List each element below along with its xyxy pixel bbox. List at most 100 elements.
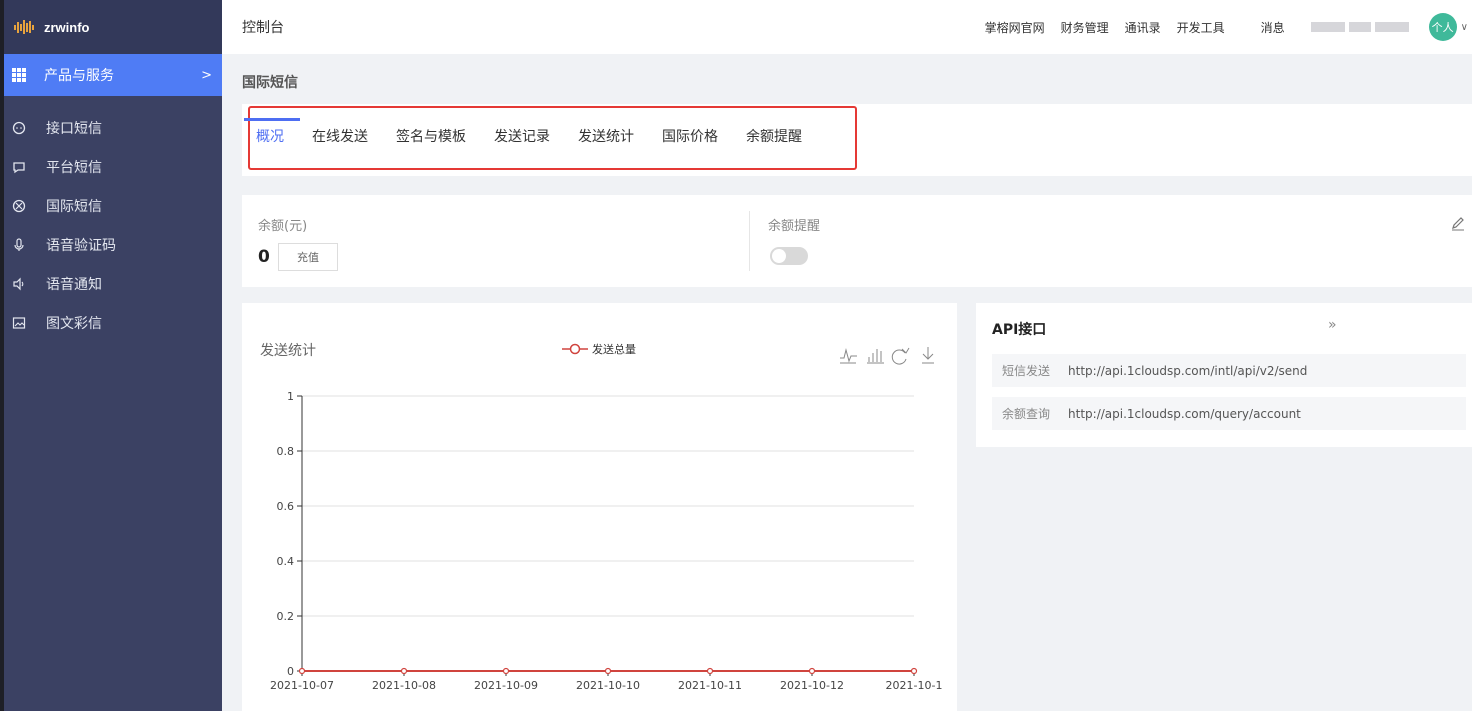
sidebar-item-international-sms[interactable]: 国际短信 — [4, 186, 222, 225]
line-chart: 发送统计 发送总量 00.20.40.60.81 2021-10-07 2021-… — [260, 342, 942, 692]
x-axis-ticks: 2021-10-07 2021-10-08 2021-10-09 2021-10-10… — [270, 671, 942, 692]
statistics-chart-card: 发送统计 发送总量 0 0.2 0.4 0.6 0.8 1 2021-10-07 2021-… — [242, 303, 957, 711]
tab-overview[interactable]: 概况 — [244, 104, 300, 168]
y-axis-ticks: 0 0.2 0.4 0.6 0.8 1 — [277, 390, 302, 678]
messages-link[interactable]: 消息 — [1261, 19, 1285, 36]
expand-icon[interactable]: » — [1328, 317, 1337, 333]
divider — [749, 211, 750, 271]
nav-link-finance[interactable]: 财务管理 — [1061, 19, 1109, 36]
sidebar-item-platform-sms[interactable]: 平台短信 — [4, 147, 222, 186]
avatar[interactable]: 个人 — [1428, 13, 1457, 41]
data-point — [910, 667, 918, 675]
speaker-icon — [13, 277, 24, 290]
data-point — [706, 667, 714, 675]
refresh-icon[interactable] — [891, 347, 910, 365]
data-point — [808, 667, 816, 675]
download-icon[interactable] — [922, 347, 934, 364]
chat-bubble-icon — [12, 121, 26, 134]
sidebar-item-label: 国际短信 — [46, 198, 102, 215]
page-title: 国际短信 — [242, 75, 298, 91]
y-tick-label: 0.8 — [277, 445, 295, 458]
sidebar-item-voice-notice[interactable]: 语音通知 — [4, 264, 222, 303]
chart-legend[interactable]: 发送总量 — [562, 342, 636, 356]
sidebar-menu: 接口短信 平台短信 国际短信 语音验证码 语音通知 图文彩信 — [4, 108, 222, 342]
logo[interactable]: zrwinfo — [4, 0, 222, 54]
sidebar: zrwinfo 产品与服务 > 接口短信 平台短信 国际短信 语音验证码 语音通… — [0, 0, 222, 711]
y-tick-label: 0.4 — [277, 555, 295, 568]
balance-value: 0 — [258, 247, 270, 267]
top-bar: 控制台 掌榕网官网 财务管理 通讯录 开发工具 消息 个人 ∨ — [222, 0, 1472, 54]
balance-label: 余额(元) — [258, 219, 308, 234]
tab-send-records[interactable]: 发送记录 — [494, 104, 550, 168]
sidebar-item-mms[interactable]: 图文彩信 — [4, 303, 222, 342]
legend-label: 发送总量 — [592, 342, 636, 356]
nav-link-official-site[interactable]: 掌榕网官网 — [985, 19, 1045, 36]
tab-online-send[interactable]: 在线发送 — [312, 104, 368, 168]
tab-international-price[interactable]: 国际价格 — [662, 104, 718, 168]
sidebar-item-label: 接口短信 — [46, 120, 102, 137]
tabs-card: 概况 在线发送 签名与模板 发送记录 发送统计 国际价格 余额提醒 — [242, 104, 1472, 176]
sidebar-item-label: 图文彩信 — [46, 315, 102, 332]
nav-link-dev-tools[interactable]: 开发工具 — [1177, 19, 1225, 36]
chevron-right-icon: > — [201, 67, 212, 83]
reminder-label: 余额提醒 — [768, 219, 821, 234]
api-row-key: 短信发送 — [1002, 364, 1051, 378]
message-square-icon — [13, 161, 25, 173]
redacted-username — [1310, 22, 1413, 32]
x-tick-label: 2021-10-11 — [678, 679, 742, 692]
api-row-url[interactable]: http://api.1cloudsp.com/intl/api/v2/send — [1068, 364, 1307, 378]
y-tick-label: 0.2 — [277, 610, 295, 623]
grid-icon — [12, 68, 26, 82]
api-row-url[interactable]: http://api.1cloudsp.com/query/account — [1068, 407, 1301, 421]
tab-send-statistics[interactable]: 发送统计 — [578, 104, 634, 168]
sidebar-item-label: 语音验证码 — [46, 237, 116, 254]
api-card: API接口 » 短信发送 http://api.1cloudsp.com/int… — [976, 303, 1472, 447]
top-nav: 掌榕网官网 财务管理 通讯录 开发工具 消息 个人 ∨ — [985, 0, 1472, 54]
toggle-knob — [772, 249, 786, 263]
chevron-down-icon[interactable]: ∨ — [1461, 22, 1468, 33]
products-label: 产品与服务 — [44, 68, 114, 84]
reminder-toggle[interactable] — [770, 247, 808, 265]
x-tick-label: 2021-10-08 — [372, 679, 436, 692]
tab-signature-template[interactable]: 签名与模板 — [396, 104, 466, 168]
data-point — [502, 667, 510, 675]
data-point — [400, 667, 408, 675]
y-tick-label: 0.6 — [277, 500, 295, 513]
api-row-send[interactable]: 短信发送 http://api.1cloudsp.com/intl/api/v2… — [992, 354, 1466, 387]
x-tick-label: 2021-10-09 — [474, 679, 538, 692]
x-tick-label: 2021-10-12 — [780, 679, 844, 692]
sidebar-item-voice-code[interactable]: 语音验证码 — [4, 225, 222, 264]
console-title: 控制台 — [242, 20, 284, 36]
chart-toolbox — [840, 347, 934, 365]
data-point — [298, 667, 306, 675]
bar-chart-icon[interactable] — [867, 349, 884, 364]
image-icon — [12, 316, 26, 329]
api-row-key: 余额查询 — [1002, 407, 1051, 421]
brand-name: zrwinfo — [44, 19, 90, 35]
chart-title: 发送统计 — [260, 343, 316, 359]
balance-card: 余额(元) 0 充值 余额提醒 — [242, 195, 1472, 287]
series-line — [298, 667, 918, 675]
line-chart-icon[interactable] — [840, 348, 857, 363]
sidebar-item-label: 语音通知 — [46, 276, 102, 293]
api-row-balance-query[interactable]: 余额查询 http://api.1cloudsp.com/query/accou… — [992, 397, 1466, 430]
logo-icon — [14, 20, 34, 34]
x-tick-label: 2021-10-07 — [270, 679, 334, 692]
chart-grid — [301, 395, 914, 672]
data-point — [604, 667, 612, 675]
sidebar-item-api-sms[interactable]: 接口短信 — [4, 108, 222, 147]
x-tick-label: 2021-10-10 — [576, 679, 640, 692]
sidebar-item-label: 平台短信 — [46, 159, 102, 176]
x-tick-label: 2021-10-1 — [886, 679, 943, 692]
recharge-button[interactable]: 充值 — [278, 243, 338, 271]
tabs: 概况 在线发送 签名与模板 发送记录 发送统计 国际价格 余额提醒 — [244, 104, 830, 168]
legend-marker — [569, 343, 581, 355]
api-title: API接口 — [992, 322, 1047, 338]
y-tick-label: 0 — [287, 665, 294, 678]
globe-icon — [12, 199, 26, 212]
edit-icon[interactable] — [1450, 215, 1466, 231]
nav-link-contacts[interactable]: 通讯录 — [1125, 19, 1161, 36]
tab-balance-reminder[interactable]: 余额提醒 — [746, 104, 802, 168]
y-tick-label: 1 — [287, 390, 294, 403]
products-and-services-menu[interactable]: 产品与服务 > — [4, 54, 222, 96]
